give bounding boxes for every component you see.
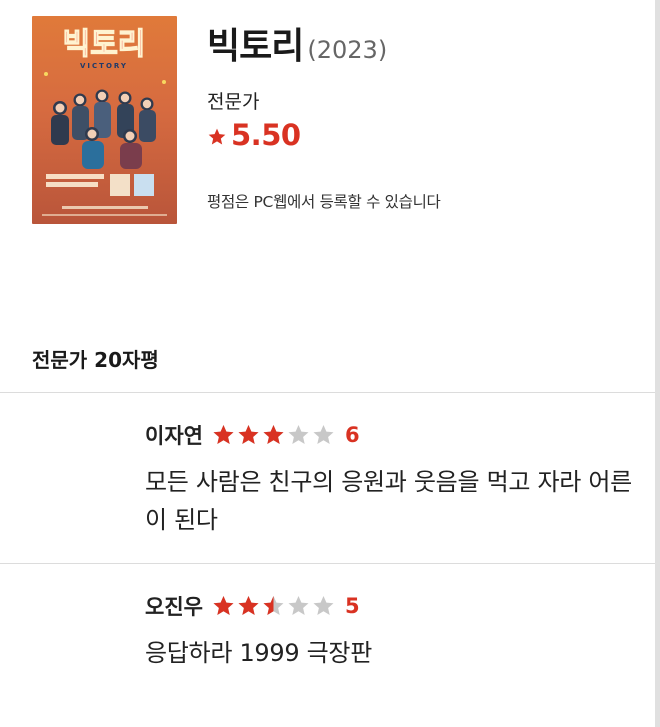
reviewer-name: 이자연 — [145, 424, 203, 448]
star-icon — [313, 425, 334, 444]
review-text: 모든 사람은 친구의 응원과 웃음을 먹고 자라 어른이 된다 — [145, 468, 632, 534]
review-header: 오진우 5 — [145, 590, 635, 622]
poster-image: 빅토리 VICTORY — [32, 16, 177, 224]
review-text: 응답하라 1999 극장판 — [145, 639, 372, 667]
review-item: 오진우 5 응답하라 1999 극장판 — [145, 590, 635, 672]
divider — [0, 563, 655, 564]
star-icon — [238, 596, 259, 615]
review-header: 이자연 6 — [145, 419, 635, 451]
rating-value: 5.50 — [231, 118, 301, 152]
movie-title: 빅토리 — [207, 26, 304, 67]
review-score: 6 — [344, 423, 360, 447]
star-icon — [208, 128, 226, 145]
movie-detail-page: 빅토리 VICTORY 빅토리 (2023) 전문가 5.50 평점은 PC웹에서… — [0, 0, 660, 727]
critic-rating: 5.50 — [207, 118, 301, 152]
critic-label: 전문가 — [207, 91, 260, 113]
star-icon — [213, 596, 234, 615]
review-score: 5 — [344, 594, 360, 618]
reviewer-name: 오진우 — [145, 595, 203, 619]
star-rating — [211, 594, 336, 618]
star-icon — [213, 425, 234, 444]
star-icon — [313, 596, 334, 615]
poster-title: 빅토리 — [63, 27, 146, 62]
movie-year: (2023) — [307, 36, 388, 64]
review-item: 이자연 6 모든 사람은 친구의 응원과 웃음을 먹고 자라 어른이 된다 — [145, 419, 635, 539]
star-icon — [288, 425, 309, 444]
star-rating — [211, 423, 336, 447]
divider — [0, 392, 655, 393]
section-title: 전문가 20자평 — [32, 348, 159, 372]
star-icon — [263, 596, 284, 615]
star-icon — [263, 425, 284, 444]
star-icon — [288, 596, 309, 615]
star-icon — [238, 425, 259, 444]
movie-poster[interactable]: 빅토리 VICTORY — [32, 16, 177, 224]
movie-title-block: 빅토리 (2023) — [207, 17, 387, 69]
scrollbar-track — [655, 0, 660, 727]
rating-notice: 평점은 PC웹에서 등록할 수 있습니다 — [207, 193, 441, 211]
poster-subtitle: VICTORY — [80, 62, 128, 70]
